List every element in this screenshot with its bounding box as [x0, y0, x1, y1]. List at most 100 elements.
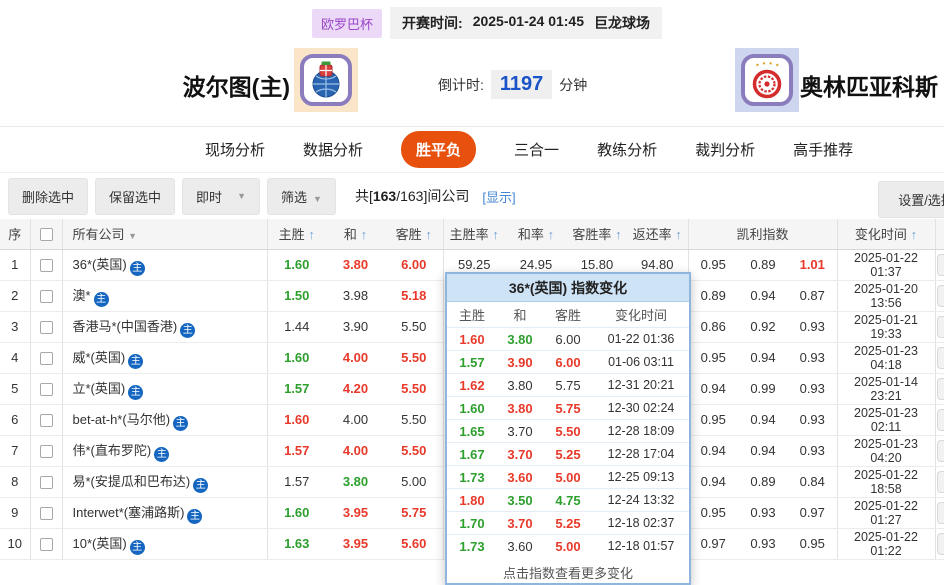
home-odds-cell[interactable]: 1.63 — [267, 528, 326, 560]
show-link[interactable]: [显示] — [482, 187, 515, 206]
company-cell[interactable]: 10*(英国) 主 — [62, 528, 268, 560]
company-cell[interactable]: bet-at-h*(马尔他) 主 — [62, 404, 268, 436]
col-home-rate[interactable]: 主胜率 ↑ — [443, 219, 505, 250]
row-checkbox[interactable] — [39, 414, 53, 428]
col-draw-odds[interactable]: 和 ↑ — [326, 219, 385, 250]
company-cell[interactable]: 香港马*(中国香港) 主 — [62, 311, 268, 343]
col-draw-rate[interactable]: 和率 ↑ — [505, 219, 567, 250]
home-odds-cell[interactable]: 1.57 — [267, 373, 326, 405]
away-odds-cell[interactable]: 6.00 — [385, 249, 444, 281]
row-actions-cell — [935, 342, 944, 374]
away-odds-cell[interactable]: 5.50 — [385, 373, 444, 405]
company-cell[interactable]: 伟*(直布罗陀) 主 — [62, 435, 268, 467]
draw-odds-cell[interactable]: 3.90 — [326, 311, 385, 343]
row-action-button[interactable] — [937, 253, 944, 276]
settings-select-button[interactable]: 设置/选择 — [878, 181, 944, 218]
col-company[interactable]: 所有公司 ▼ — [62, 219, 268, 250]
row-checkbox[interactable] — [39, 259, 53, 273]
tab-高手推荐[interactable]: 高手推荐 — [793, 139, 853, 160]
home-odds-cell[interactable]: 1.57 — [267, 435, 326, 467]
draw-odds-cell[interactable]: 3.95 — [326, 528, 385, 560]
draw-odds-cell[interactable]: 4.00 — [326, 342, 385, 374]
away-odds-cell[interactable]: 5.50 — [385, 435, 444, 467]
row-checkbox[interactable] — [39, 290, 53, 304]
row-checkbox[interactable] — [39, 538, 53, 552]
popup-change-time: 01-22 01:36 — [607, 332, 675, 346]
sort-asc-icon: ↑ — [425, 227, 432, 243]
col-return-rate[interactable]: 返还率 ↑ — [627, 219, 689, 250]
home-odds-cell[interactable]: 1.60 — [267, 342, 326, 374]
draw-odds-cell[interactable]: 3.80 — [326, 249, 385, 281]
col-change-time[interactable]: 变化时间 ↑ — [837, 219, 936, 250]
away-odds-cell[interactable]: 5.50 — [385, 404, 444, 436]
draw-odds-cell[interactable]: 3.80 — [326, 466, 385, 498]
away-odds-cell: 4.75 — [555, 492, 581, 508]
away-odds-cell: 5.25 — [555, 515, 581, 531]
away-odds-cell[interactable]: 5.00 — [385, 466, 444, 498]
row-action-button[interactable] — [937, 439, 944, 462]
delete-selected-button[interactable]: 删除选中 — [8, 177, 89, 215]
tab-胜平负[interactable]: 胜平负 — [401, 131, 477, 168]
row-checkbox[interactable] — [39, 352, 53, 366]
col-away-odds[interactable]: 客胜 ↑ — [385, 219, 444, 250]
draw-odds-cell[interactable]: 4.00 — [326, 404, 385, 436]
col-home-odds[interactable]: 主胜 ↑ — [267, 219, 326, 250]
row-action-button[interactable] — [937, 284, 944, 307]
tab-教练分析[interactable]: 教练分析 — [597, 139, 657, 160]
col-away-rate[interactable]: 客胜率 ↑ — [567, 219, 627, 250]
zhu-badge-icon: 主 — [129, 539, 145, 555]
select-all-checkbox[interactable] — [39, 228, 53, 242]
draw-odds-cell[interactable]: 4.00 — [326, 435, 385, 467]
away-odds-cell[interactable]: 5.50 — [385, 342, 444, 374]
row-action-button[interactable] — [937, 470, 944, 493]
home-odds-cell[interactable]: 1.50 — [267, 280, 326, 312]
popup-change-time: 12-25 09:13 — [607, 470, 675, 484]
row-checkbox[interactable] — [39, 321, 53, 335]
tab-三合一[interactable]: 三合一 — [514, 139, 559, 160]
row-action-button[interactable] — [937, 532, 944, 555]
odds-toolbar: 删除选中 保留选中 即时 ▼ 筛选 ▼ 共[163/163]间公司 [显示] 设置… — [0, 173, 944, 219]
home-odds-cell[interactable]: 1.60 — [267, 249, 326, 281]
home-odds-cell[interactable]: 1.44 — [267, 311, 326, 343]
tab-裁判分析[interactable]: 裁判分析 — [695, 139, 755, 160]
home-odds-cell[interactable]: 1.57 — [267, 466, 326, 498]
tab-现场分析[interactable]: 现场分析 — [205, 139, 265, 160]
row-checkbox[interactable] — [39, 383, 53, 397]
sort-asc-icon: ↑ — [675, 227, 682, 243]
away-odds-cell[interactable]: 5.50 — [385, 311, 444, 343]
filter-dropdown[interactable]: 筛选 ▼ — [267, 177, 336, 215]
away-odds-cell[interactable]: 5.60 — [385, 528, 444, 560]
row-checkbox[interactable] — [39, 476, 53, 490]
keep-selected-button[interactable]: 保留选中 — [95, 177, 176, 215]
row-action-button[interactable] — [937, 315, 944, 338]
chevron-down-icon: ▼ — [237, 191, 247, 201]
company-cell[interactable]: 威*(英国) 主 — [62, 342, 268, 374]
kelly-away-cell: 0.93 — [788, 435, 838, 467]
tab-数据分析[interactable]: 数据分析 — [303, 139, 363, 160]
league-badge[interactable]: 欧罗巴杯 — [312, 8, 383, 38]
draw-odds-cell[interactable]: 3.95 — [326, 497, 385, 529]
home-odds-cell[interactable]: 1.60 — [267, 404, 326, 436]
zhu-badge-icon: 主 — [180, 322, 196, 338]
draw-odds-cell[interactable]: 4.20 — [326, 373, 385, 405]
home-odds-cell[interactable]: 1.60 — [267, 497, 326, 529]
away-odds-cell[interactable]: 5.75 — [385, 497, 444, 529]
kelly-draw-cell: 0.99 — [738, 373, 788, 405]
company-cell[interactable]: 36*(英国) 主 — [62, 249, 268, 281]
company-cell[interactable]: 澳* 主 — [62, 280, 268, 312]
company-cell[interactable]: 立*(英国) 主 — [62, 373, 268, 405]
company-cell[interactable]: Interwet*(塞浦路斯) 主 — [62, 497, 268, 529]
kickoff-label: 开赛时间: — [402, 15, 463, 31]
row-checkbox-cell — [30, 249, 63, 281]
row-checkbox[interactable] — [39, 507, 53, 521]
row-action-button[interactable] — [937, 377, 944, 400]
away-odds-cell[interactable]: 5.18 — [385, 280, 444, 312]
row-action-button[interactable] — [937, 501, 944, 524]
row-action-button[interactable] — [937, 408, 944, 431]
time-filter-dropdown[interactable]: 即时 ▼ — [182, 177, 261, 215]
kelly-draw-cell: 0.92 — [738, 311, 788, 343]
company-cell[interactable]: 易*(安提瓜和巴布达) 主 — [62, 466, 268, 498]
draw-odds-cell[interactable]: 3.98 — [326, 280, 385, 312]
row-checkbox[interactable] — [39, 445, 53, 459]
row-action-button[interactable] — [937, 346, 944, 369]
